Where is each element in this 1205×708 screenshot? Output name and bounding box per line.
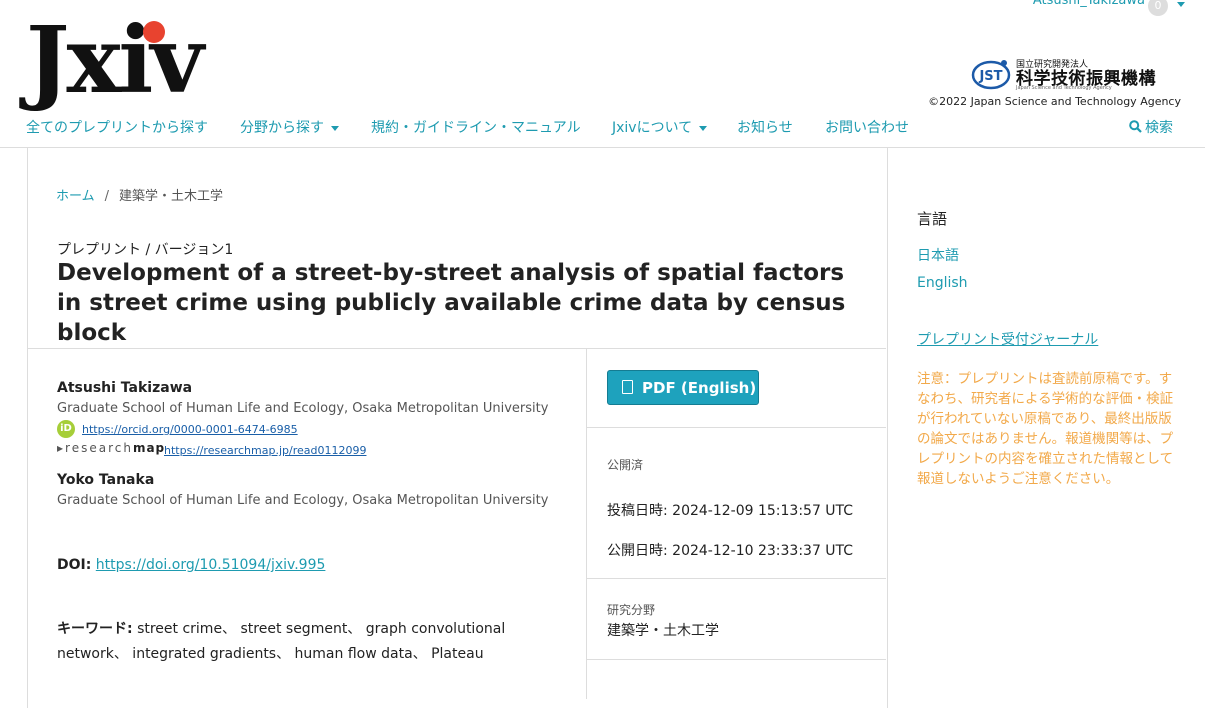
preprint-notice: 注意：プレプリントは査読前原稿です。すなわち、研究者による学術的な評価・検証が行… [917,371,1174,487]
language-english[interactable]: English [917,275,968,291]
jst-english-name: Japan Science and Technology Agency [1016,85,1112,91]
nav-news[interactable]: お知らせ [737,117,793,137]
author-affiliation: Graduate School of Human Life and Ecolog… [57,493,549,508]
researchmap-link[interactable]: https://researchmap.jp/read0112099 [164,444,366,457]
researchmap-logo-text: research [65,441,133,455]
field-value: 建築学・土木工学 [607,623,719,639]
site-logo[interactable]: Jxiv [26,10,204,110]
pdf-download-button[interactable]: PDF (English) [607,370,759,405]
nav-guidelines[interactable]: 規約・ガイドライン・マニュアル [371,117,581,137]
column-divider [586,349,587,699]
posted-date: 公開日時: 2024-12-10 23:33:37 UTC [607,543,854,559]
author-name: Atsushi Takizawa [57,380,193,396]
preprint-journal-link[interactable]: プレプリント受付ジャーナル [917,329,1098,349]
doi-label: DOI: [57,557,92,573]
file-pdf-icon [622,380,633,394]
search-label: 検索 [1145,120,1173,136]
breadcrumb-separator: / [104,189,110,204]
divider [587,659,886,660]
jst-mark-text: JST [978,69,1002,84]
nav-about[interactable]: Jxivについて [612,117,708,137]
nav-label: お知らせ [737,120,793,136]
page-title: Development of a street-by-street analys… [57,260,846,346]
chevron-down-icon [331,125,339,131]
nav-label: 分野から探す [240,120,324,136]
researchmap-icon: ▸researchmap [57,441,166,455]
jst-logo-icon: JST [971,60,1011,90]
breadcrumb-home[interactable]: ホーム [56,189,95,204]
nav-label: 規約・ガイドライン・マニュアル [371,120,581,136]
language-heading: 言語 [917,210,948,228]
nav-label: 全てのプレプリントから探す [26,120,208,136]
chevron-down-icon [699,125,708,131]
chevron-down-icon[interactable] [1177,2,1185,7]
keywords: キーワード: street crime、 street segment、 gra… [57,617,567,667]
copyright-text: ©2022 Japan Science and Technology Agenc… [928,95,1181,108]
author-affiliation: Graduate School of Human Life and Ecolog… [57,401,549,416]
divider [587,427,886,428]
nav-label: Jxivについて [612,120,693,136]
pdf-button-label: PDF (English) [642,379,757,397]
language-japanese[interactable]: 日本語 [917,245,959,265]
nav-browse-field[interactable]: 分野から探す [240,117,339,137]
version-label: プレプリント / バージョン1 [57,242,234,258]
doi-link[interactable]: https://doi.org/10.51094/jxiv.995 [96,557,326,573]
author-name: Yoko Tanaka [57,472,155,488]
nav-all-preprints[interactable]: 全てのプレプリントから探す [26,117,208,137]
field-label: 研究分野 [607,603,656,617]
researchmap-logo-bold: map [132,441,166,455]
breadcrumb: ホーム / 建築学・土木工学 [56,185,223,204]
search-button[interactable]: 検索 [1129,117,1173,137]
search-icon [1129,120,1142,133]
nav-contact[interactable]: お問い合わせ [825,117,909,137]
orcid-link[interactable]: https://orcid.org/0000-0001-6474-6985 [82,423,298,436]
status-label: 公開済 [607,458,644,472]
nav-label: お問い合わせ [825,120,909,136]
main-nav: 全てのプレプリントから探す 分野から探す 規約・ガイドライン・マニュアル Jxi… [26,117,1205,137]
submitted-date: 投稿日時: 2024-12-09 15:13:57 UTC [607,503,854,519]
logo-dot [143,21,165,43]
keywords-label: キーワード: [57,621,133,637]
divider [587,578,886,579]
notification-badge[interactable]: 0 [1148,0,1168,16]
orcid-icon: iD [57,420,75,438]
user-menu[interactable]: Atsushi_Takizawa [1033,0,1145,8]
breadcrumb-current: 建築学・土木工学 [119,189,224,204]
divider [28,348,886,349]
doi: DOI: https://doi.org/10.51094/jxiv.995 [57,557,325,573]
